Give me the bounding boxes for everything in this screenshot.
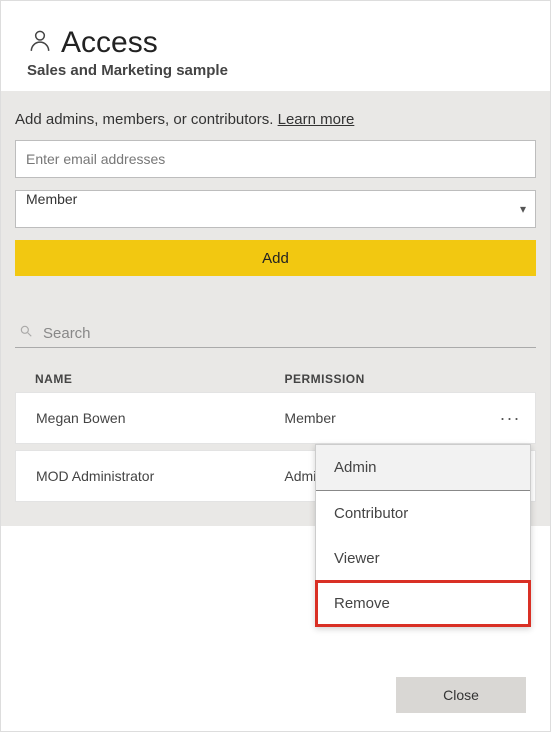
add-button[interactable]: Add	[15, 240, 536, 276]
header: Access Sales and Marketing sample	[1, 1, 550, 91]
email-input[interactable]	[15, 140, 536, 178]
cell-name: MOD Administrator	[16, 468, 284, 484]
search-icon	[19, 324, 33, 343]
page-subtitle: Sales and Marketing sample	[27, 62, 524, 79]
members-table: NAME PERMISSION Megan Bowen Member ... A…	[15, 366, 536, 502]
search-row	[15, 320, 536, 348]
title-row: Access	[27, 25, 524, 60]
person-icon	[27, 25, 53, 60]
learn-more-link[interactable]: Learn more	[278, 111, 355, 128]
cell-permission: Member ... Admin Contributor Viewer Remo…	[284, 410, 535, 426]
table-row: Megan Bowen Member ... Admin Contributor…	[15, 392, 536, 444]
more-options-icon[interactable]: ...	[500, 412, 521, 423]
menu-item-admin[interactable]: Admin	[316, 445, 530, 490]
role-select-wrap: Member ▾	[15, 190, 536, 228]
footer: Close	[1, 659, 550, 731]
instruction-text: Add admins, members, or contributors. Le…	[15, 111, 536, 128]
close-button[interactable]: Close	[396, 677, 526, 713]
cell-name: Megan Bowen	[16, 410, 284, 426]
instruction-main: Add admins, members, or contributors.	[15, 111, 273, 128]
search-input[interactable]	[43, 325, 532, 342]
table-header: NAME PERMISSION	[15, 366, 536, 392]
page-title: Access	[61, 26, 158, 60]
menu-item-remove[interactable]: Remove	[316, 581, 530, 626]
role-select[interactable]: Member	[15, 190, 536, 228]
col-header-name: NAME	[15, 372, 284, 386]
menu-item-viewer[interactable]: Viewer	[316, 536, 530, 581]
access-body: Add admins, members, or contributors. Le…	[1, 91, 550, 526]
context-menu: Admin Contributor Viewer Remove	[315, 444, 531, 627]
menu-item-contributor[interactable]: Contributor	[316, 490, 530, 536]
permission-value: Member	[284, 410, 335, 426]
col-header-permission: PERMISSION	[284, 372, 536, 386]
